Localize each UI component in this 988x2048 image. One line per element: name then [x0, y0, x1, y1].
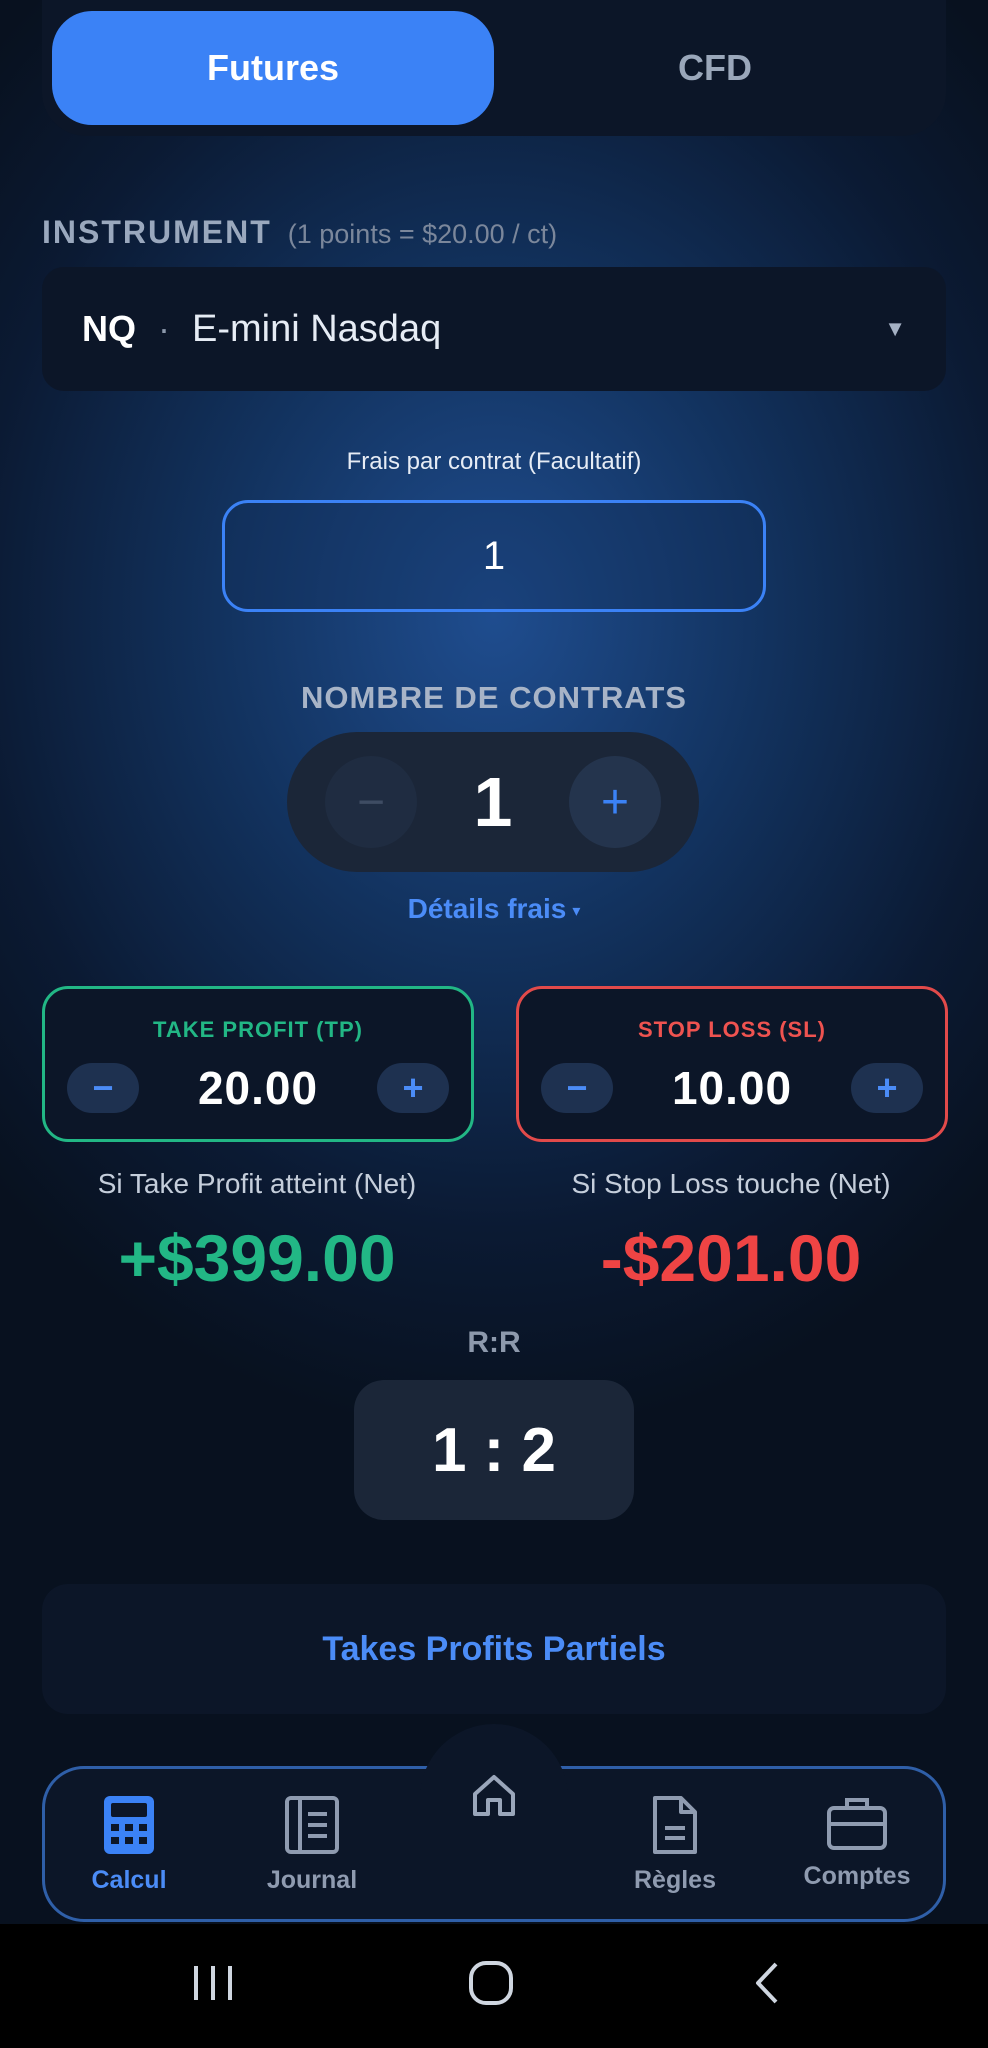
take-profit-box: TAKE PROFIT (TP) − 20.00 + [42, 986, 474, 1142]
contracts-value: 1 [473, 763, 513, 841]
instrument-title: INSTRUMENT [42, 214, 272, 250]
tab-cfd[interactable]: CFD [494, 11, 936, 125]
take-profit-result-value: +$399.00 [118, 1221, 396, 1295]
nav-item-comptes[interactable]: Comptes [772, 1796, 942, 1891]
stop-loss-value[interactable]: 10.00 [672, 1061, 792, 1115]
take-profit-increment-button[interactable]: + [377, 1063, 449, 1113]
home-icon [473, 1775, 515, 1816]
contracts-stepper: − 1 + [287, 732, 699, 872]
stop-loss-result-value: -$201.00 [600, 1221, 862, 1295]
calculator-icon [104, 1796, 154, 1854]
nav-label-comptes: Comptes [803, 1862, 911, 1890]
stop-loss-increment-button[interactable]: + [851, 1063, 923, 1113]
stop-loss-result-label: Si Stop Loss touche (Net) [571, 1168, 891, 1199]
take-profit-title: TAKE PROFIT (TP) [153, 1017, 363, 1042]
nav-item-calcul[interactable]: Calcul [44, 1796, 214, 1895]
take-profit-value[interactable]: 20.00 [198, 1061, 318, 1115]
instrument-separator: · [158, 308, 170, 349]
home-system-icon[interactable] [466, 1958, 516, 2008]
take-profit-decrement-button[interactable]: − [67, 1063, 139, 1113]
nav-label-journal: Journal [266, 1866, 358, 1894]
instrument-select[interactable]: NQ · E-mini Nasdaq ▼ [42, 267, 946, 391]
fee-details-link[interactable]: Détails frais ▾ [0, 893, 988, 925]
contracts-title: NOMBRE DE CONTRATS [301, 680, 687, 715]
home-button[interactable] [420, 1724, 568, 1854]
back-icon[interactable] [748, 1958, 788, 2008]
tab-futures[interactable]: Futures [52, 11, 494, 125]
briefcase-icon [827, 1798, 887, 1850]
risk-reward-label: R:R [467, 1326, 521, 1359]
stop-loss-decrement-button[interactable]: − [541, 1063, 613, 1113]
fee-details-label: Détails frais [407, 893, 567, 924]
journal-icon [285, 1796, 339, 1854]
stop-loss-box: STOP LOSS (SL) − 10.00 + [516, 986, 948, 1142]
market-type-toggle: Futures CFD [42, 0, 946, 136]
instrument-name: E-mini Nasdaq [192, 307, 442, 350]
fees-input[interactable]: 1 [222, 500, 766, 612]
partial-take-profits-button[interactable]: Takes Profits Partiels [42, 1584, 946, 1714]
document-icon [653, 1796, 697, 1854]
contracts-decrement-button[interactable]: − [325, 756, 417, 848]
fees-label: Frais par contrat (Facultatif) [346, 448, 642, 475]
instrument-code: NQ [82, 308, 136, 349]
stop-loss-title: STOP LOSS (SL) [638, 1017, 826, 1042]
nav-item-regles[interactable]: Règles [590, 1796, 760, 1895]
instrument-header: INSTRUMENT (1 points = $20.00 / ct) [42, 214, 557, 251]
nav-label-regles: Règles [634, 1866, 716, 1894]
recent-apps-icon[interactable] [190, 1958, 236, 2008]
contracts-increment-button[interactable]: + [569, 756, 661, 848]
nav-label-calcul: Calcul [91, 1866, 167, 1894]
chevron-down-icon: ▾ [572, 902, 581, 920]
risk-reward-value: 1 : 2 [354, 1380, 634, 1520]
nav-item-journal[interactable]: Journal [227, 1796, 397, 1895]
instrument-point-value: (1 points = $20.00 / ct) [287, 219, 558, 249]
dropdown-caret-icon: ▼ [884, 316, 906, 341]
take-profit-result-label: Si Take Profit atteint (Net) [97, 1168, 417, 1199]
